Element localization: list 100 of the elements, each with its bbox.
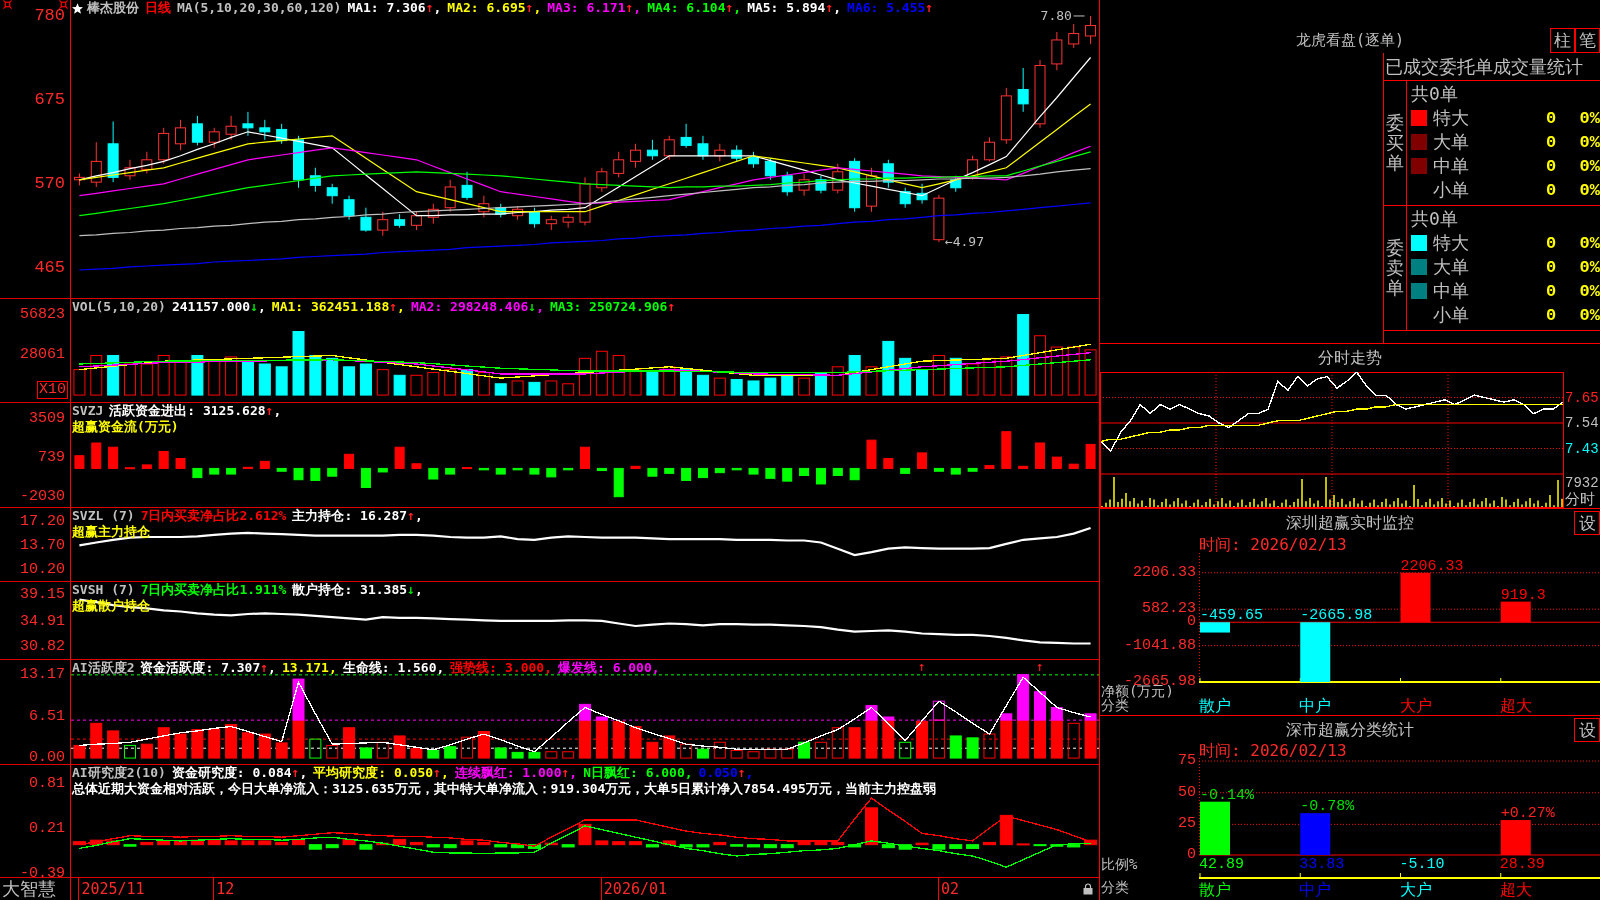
flow-bar [462,467,473,470]
gear-icon[interactable] [3,0,12,9]
legend-text: MA3: 6.171↑, [547,0,642,16]
axis-tick-label: 13.70 [20,538,65,554]
settings-button[interactable]: 设 [1574,718,1600,742]
flow-bar [630,465,641,469]
flow-bar [175,458,186,469]
axis-tick-label: -2030 [20,489,65,506]
axis-date-label: 02 [937,878,959,900]
flow-bar [512,467,523,471]
flow-bar [478,467,489,471]
value-label: 919.3 [1500,586,1546,604]
flow-bar [377,467,388,473]
axis-tick-label: 30.82 [20,639,65,656]
candlestick [663,135,675,161]
legend-text: AI研究度2(10) [72,765,166,781]
legend-text: AI活跃度2 [72,660,135,676]
order-ratio: 0% [1579,281,1600,301]
order-count: 0 [1545,281,1557,301]
order-total: 共0单 [1411,208,1458,229]
star-icon[interactable] [72,2,83,14]
candlestick [1017,67,1029,113]
toggle-button[interactable]: 柱 [1550,28,1575,53]
category-label: 大户 [1399,697,1432,715]
candlestick [360,207,372,233]
candlestick [731,144,743,162]
candlestick [1051,31,1063,71]
flow-bar [428,467,439,480]
flow-bar [1068,463,1079,469]
candlestick [562,213,574,229]
axis-tick-label: 0.00 [29,750,65,767]
value-label: 42.89 [1199,856,1244,873]
brand-name: 大智慧 [0,878,71,900]
candlestick [293,135,304,189]
legend-text: 散户持仓: 31.385↓, [292,582,423,598]
gear-icon[interactable] [59,0,68,9]
flow-bar [125,467,135,470]
candlestick [764,157,776,181]
settings-button[interactable]: 设 [1574,511,1600,535]
axis-tick-label: 6.51 [29,708,65,725]
flow-bar [1001,431,1012,469]
legend-text: 平均研究度: 0.050↑, [313,765,449,781]
flow-bar [866,439,877,469]
group-label: 委买单 [1386,113,1404,173]
legend-text: 日线 [145,0,171,16]
flow-bar [360,467,371,488]
candlestick [377,211,389,237]
volume-max-label: 7932 [1565,475,1599,491]
change-label: -0.78% [1300,798,1355,816]
flow-bar [681,467,692,481]
value-label: -2665.98 [1300,607,1373,625]
flow-bar [74,455,85,469]
signal-arrow: ↑ [918,660,926,674]
flow-bar [158,450,169,469]
candlestick [158,127,170,165]
candlestick [1034,59,1046,129]
candlestick [933,194,945,243]
legend-text: 爆发线: 6.000, [558,660,660,676]
table-title: 已成交委托单成交量统计 [1385,56,1583,77]
candlestick [512,205,524,221]
candlestick [1085,15,1097,45]
legend-text: 强势线: 3.000, [450,660,552,676]
flow-bar [664,467,675,474]
timestamp: 时间: 2026/02/13 [1199,743,1347,759]
flow-bar [141,464,152,469]
candlestick [461,171,473,201]
lock-icon[interactable] [1083,883,1093,895]
toggle-button[interactable]: 笔 [1575,28,1600,53]
candlestick [444,179,456,213]
axis-tick-label: -1041.88 [1124,636,1196,655]
axis-tick-label: 10.20 [20,562,65,579]
flow-bar [748,467,759,475]
flow-bar [697,467,708,479]
legend-text: 生命线: 1.560, [342,660,445,676]
axis-tick-label: 39.15 [20,586,65,603]
order-ratio: 0% [1579,305,1600,325]
axis-tick-label: 780 [34,7,65,24]
candlestick [326,183,338,205]
candlestick [596,167,608,193]
flow-bar [613,467,624,498]
order-size-label: 大单 [1433,130,1469,154]
axis-tick-label: 2206.33 [1133,563,1196,582]
order-size-label: 特大 [1433,231,1469,255]
legend-text: 资金研究度: 0.084↑, [171,765,308,781]
flow-bar [580,446,590,469]
candlestick [175,119,187,151]
flow-bar [344,453,355,469]
legend-text: MA1: 362451.188↑, [271,299,405,315]
category-label: 中户 [1299,697,1332,715]
legend-text: MA1: 7.306↑, [347,0,442,16]
candlestick [1068,23,1080,49]
category-label: 散户 [1199,881,1231,899]
legend-text: 7日内买卖净占比2.612% [140,508,287,524]
candlestick [427,203,439,225]
candlestick [495,203,507,218]
flow-bar [91,442,102,469]
legend-text: MA6: 5.455↑ [847,0,934,16]
flow-bar [411,463,422,469]
order-count: 0 [1545,108,1557,128]
flow-bar [731,467,742,471]
